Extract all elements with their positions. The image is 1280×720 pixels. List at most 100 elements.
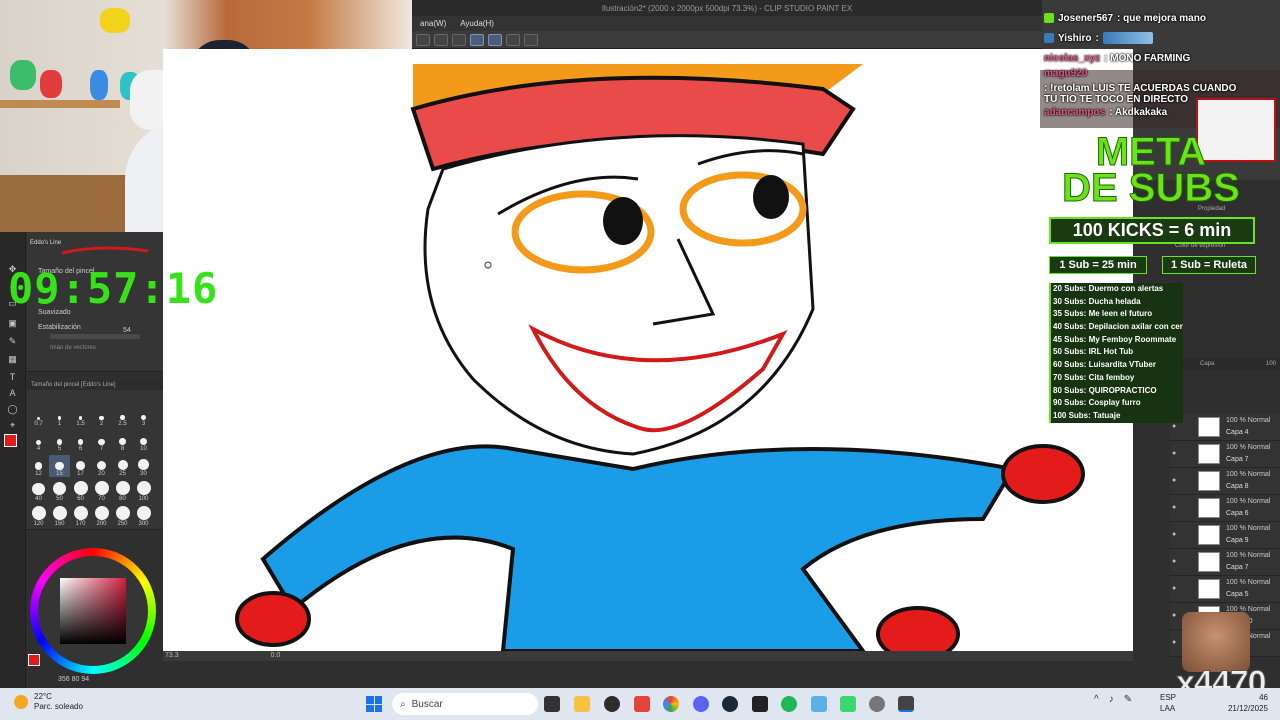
eye-icon[interactable]: ●: [1172, 531, 1176, 538]
brush-size-option[interactable]: 2: [91, 405, 112, 427]
brush-size-option[interactable]: 40: [28, 480, 49, 502]
cmd-button[interactable]: [452, 33, 466, 46]
eye-icon[interactable]: ●: [1172, 558, 1176, 565]
eye-icon[interactable]: ●: [1172, 504, 1176, 511]
brush-size-option[interactable]: 30: [133, 455, 154, 477]
stabilization-slider[interactable]: [50, 334, 140, 339]
eye-icon[interactable]: ●: [1172, 450, 1176, 457]
brush-size-option[interactable]: 60: [70, 480, 91, 502]
app-icon[interactable]: [811, 696, 827, 712]
eye-icon[interactable]: ●: [1172, 585, 1176, 592]
layer-row[interactable]: ● 100 % Normal Capa 8: [1170, 468, 1280, 495]
brush-size-dot-icon: [56, 439, 63, 445]
brush-size-option[interactable]: 120: [28, 505, 49, 527]
chevron-up-icon[interactable]: ^: [1094, 694, 1099, 705]
app-icon[interactable]: [869, 696, 885, 712]
eye-icon[interactable]: ●: [1172, 423, 1176, 430]
file-explorer-icon[interactable]: [574, 696, 590, 712]
lasso-tool-icon[interactable]: ◯: [6, 404, 19, 415]
stream-timer: 09:57:16: [8, 264, 219, 313]
layer-name: Capa 8: [1226, 483, 1249, 490]
brush-size-value: 20: [98, 471, 105, 477]
brush-size-option[interactable]: 150: [49, 505, 70, 527]
eye-icon[interactable]: ●: [1172, 639, 1176, 646]
brush-size-option[interactable]: 0.7: [28, 405, 49, 427]
eyedropper-tool-icon[interactable]: ⌖: [6, 420, 19, 431]
brush-size-option[interactable]: 5: [49, 430, 70, 452]
pen-tool-icon[interactable]: ✎: [6, 336, 19, 347]
brush-size-option[interactable]: 2.5: [112, 405, 133, 427]
current-color-swatch[interactable]: [4, 434, 17, 447]
layer-row[interactable]: ● 100 % Normal Capa 7: [1170, 549, 1280, 576]
chrome-icon[interactable]: [663, 696, 679, 712]
eye-icon[interactable]: ●: [1172, 477, 1176, 484]
stabilization-value[interactable]: 54: [123, 327, 131, 334]
brush-size-option[interactable]: 12: [28, 455, 49, 477]
brush-size-option[interactable]: 17: [70, 455, 91, 477]
steam-icon[interactable]: [722, 696, 738, 712]
spotify-icon[interactable]: [781, 696, 797, 712]
kick-icon[interactable]: [840, 696, 856, 712]
ruler-button[interactable]: [506, 33, 520, 46]
chat-user: nicolas_xyz: [1044, 52, 1101, 64]
taskbar-search[interactable]: ⌕ Buscar: [392, 693, 538, 715]
brush-size-option[interactable]: 7: [91, 430, 112, 452]
brush-size-option[interactable]: 100: [133, 480, 154, 502]
brush-size-option[interactable]: 70: [91, 480, 112, 502]
rotation-value[interactable]: 0.0: [271, 652, 281, 659]
fill-tool-icon[interactable]: ▣: [6, 318, 19, 329]
pen-icon[interactable]: ✎: [1124, 694, 1132, 705]
brush-size-option[interactable]: 250: [112, 505, 133, 527]
main-color-swatch[interactable]: [28, 654, 40, 666]
microphone-icon[interactable]: ♪: [1109, 694, 1114, 705]
text-tool-icon[interactable]: T: [6, 372, 19, 383]
clip-studio-icon[interactable]: [898, 696, 914, 712]
saturation-value-square[interactable]: [60, 578, 126, 644]
grid-tool-icon[interactable]: ▦: [6, 354, 19, 365]
snap-ruler-button[interactable]: [470, 33, 484, 46]
eye-icon[interactable]: ●: [1172, 612, 1176, 619]
drawing-canvas[interactable]: [163, 49, 1133, 651]
brush-size-option[interactable]: 200: [91, 505, 112, 527]
brush-size-option[interactable]: 6: [70, 430, 91, 452]
brush-size-dot-icon: [52, 506, 67, 520]
app-icon[interactable]: [752, 696, 768, 712]
help-button[interactable]: [524, 33, 538, 46]
brush-size-option[interactable]: 50: [49, 480, 70, 502]
brush-size-option[interactable]: 8: [112, 430, 133, 452]
zoom-value[interactable]: 73.3: [165, 652, 179, 659]
cmd-button[interactable]: [434, 33, 448, 46]
cmd-button[interactable]: [416, 33, 430, 46]
discord-icon[interactable]: [693, 696, 709, 712]
layer-row[interactable]: ● 100 % Normal Capa 9: [1170, 522, 1280, 549]
brush-size-option[interactable]: 25: [112, 455, 133, 477]
brush-size-option[interactable]: 15: [49, 455, 70, 477]
brush-size-option[interactable]: 20: [91, 455, 112, 477]
brush-size-dot-icon: [98, 438, 105, 445]
app-icon[interactable]: [604, 696, 620, 712]
brush-size-option[interactable]: 10: [133, 430, 154, 452]
brush-size-dot-icon: [117, 460, 128, 470]
weather-widget[interactable]: 22°C Parc. soleado: [14, 692, 83, 712]
brush-size-option[interactable]: 80: [112, 480, 133, 502]
app-icon[interactable]: [634, 696, 650, 712]
layer-row[interactable]: ● 100 % Normal Capa 4: [1170, 414, 1280, 441]
brush-size-option[interactable]: 300: [133, 505, 154, 527]
brush-size-option[interactable]: 1.5: [70, 405, 91, 427]
menu-window[interactable]: ana(W): [420, 19, 446, 28]
brush-size-option[interactable]: 4: [28, 430, 49, 452]
brush-size-option[interactable]: 1: [49, 405, 70, 427]
opacity-value[interactable]: 100: [1266, 358, 1276, 370]
type-tool-icon[interactable]: A: [6, 388, 19, 399]
layer-row[interactable]: ● 100 % Normal Capa 5: [1170, 576, 1280, 603]
task-view-icon[interactable]: [544, 696, 560, 712]
layer-row[interactable]: ● 100 % Normal Capa 6: [1170, 495, 1280, 522]
brush-size-option[interactable]: 170: [70, 505, 91, 527]
taskbar-clock[interactable]: 46 21/12/2025: [1196, 692, 1268, 714]
brush-size-option[interactable]: 3: [133, 405, 154, 427]
language-indicator[interactable]: ESP LAA: [1160, 692, 1176, 714]
menu-help[interactable]: Ayuda(H): [460, 19, 494, 28]
snap-special-ruler-button[interactable]: [488, 33, 502, 46]
start-button[interactable]: [366, 696, 382, 712]
layer-row[interactable]: ● 100 % Normal Capa 7: [1170, 441, 1280, 468]
